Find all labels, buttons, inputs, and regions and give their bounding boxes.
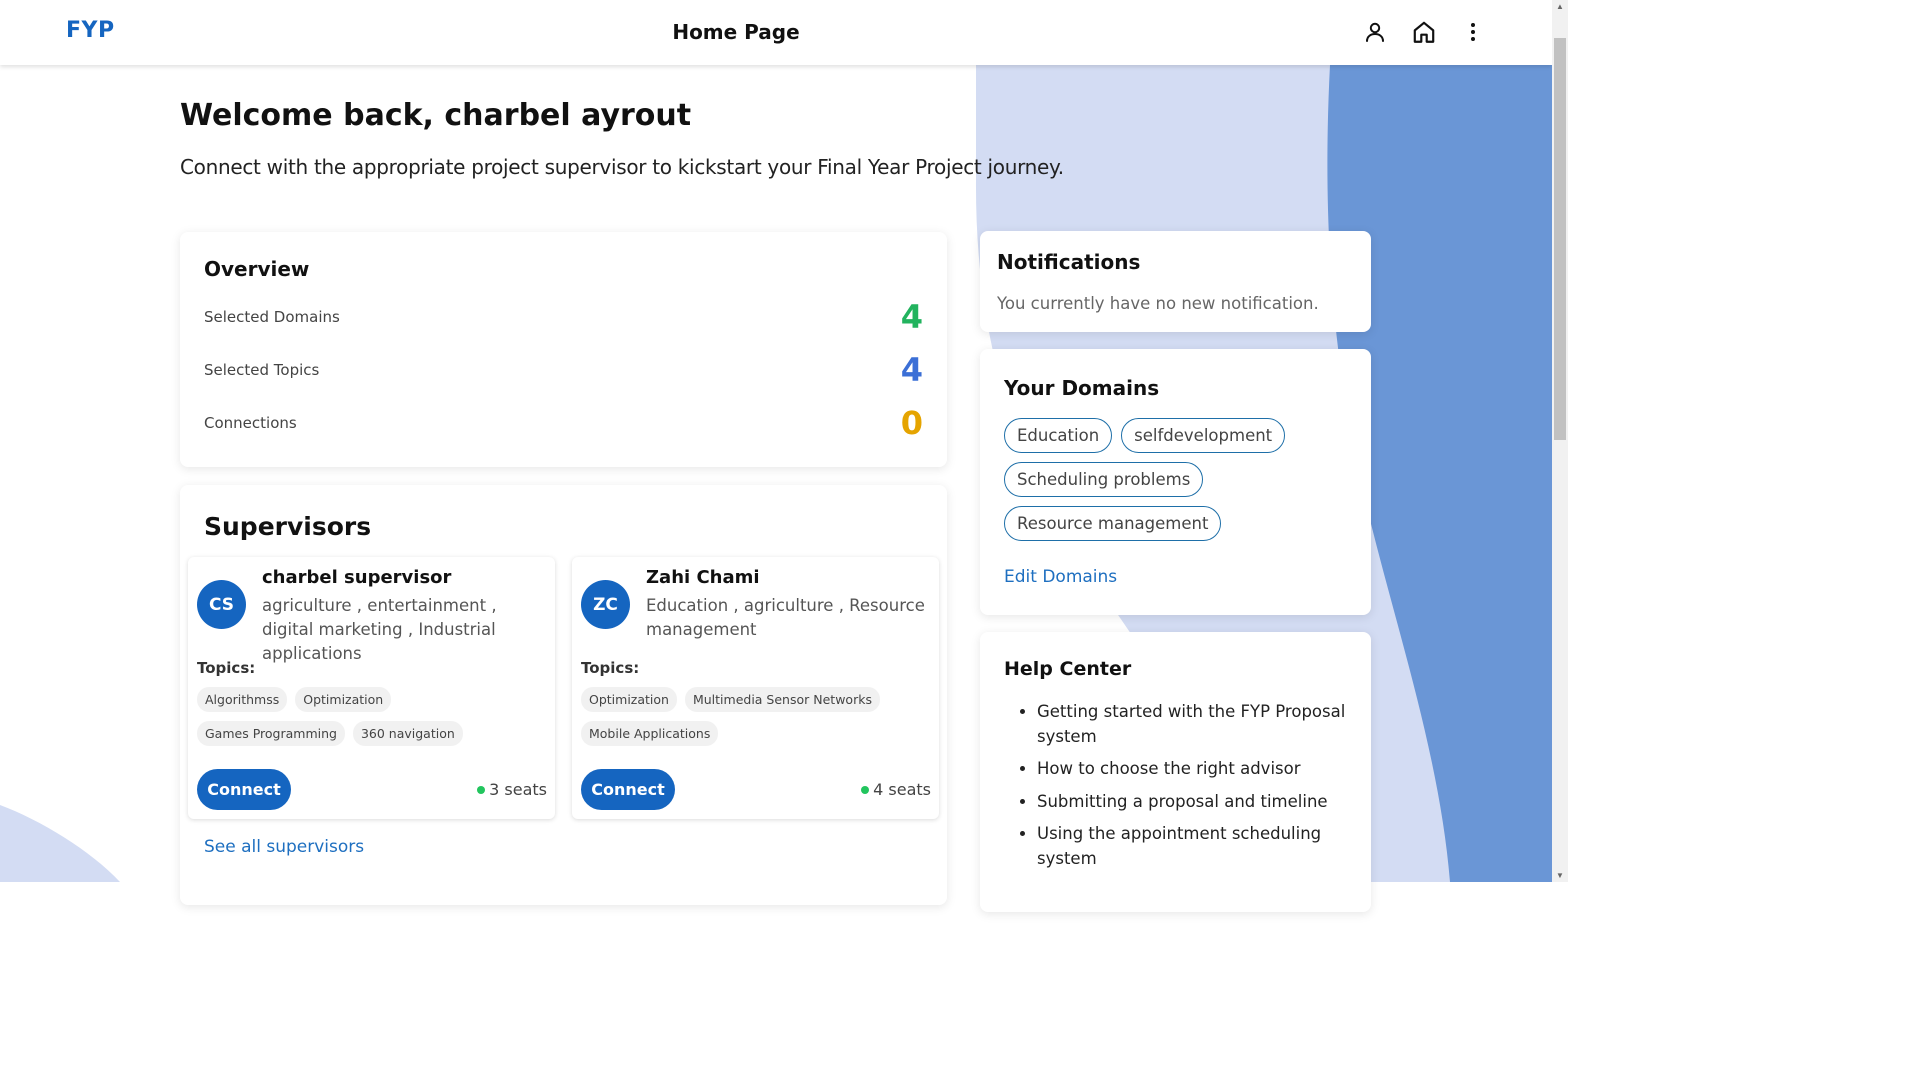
topic-chip: Multimedia Sensor Networks — [684, 687, 880, 712]
avatar: CS — [197, 580, 246, 629]
domain-pill[interactable]: Scheduling problems — [1004, 462, 1204, 497]
your-domains-card: Your Domains Education selfdevelopment S… — [980, 349, 1371, 615]
help-topics-list: Getting started with the FYP Proposal sy… — [1037, 700, 1347, 879]
topics-label: Topics: — [581, 659, 640, 677]
topic-chip: Algorithmss — [197, 687, 288, 712]
main-content: Welcome back, charbel ayrout Connect wit… — [0, 0, 1552, 912]
connect-button[interactable]: Connect — [197, 769, 291, 810]
supervisor-card: ZC Zahi Chami Education , agriculture , … — [572, 557, 939, 819]
overview-title: Overview — [204, 257, 310, 281]
overview-value: 4 — [900, 298, 923, 336]
supervisor-domains: agriculture , entertainment , digital ma… — [262, 596, 497, 663]
help-center-card: Help Center Getting started with the FYP… — [980, 632, 1371, 912]
overview-row-topics: Selected Topics 4 — [204, 351, 923, 391]
supervisors-card: Supervisors CS charbel supervisor agricu… — [180, 485, 947, 905]
avatar: ZC — [581, 580, 630, 629]
more-vertical-icon — [1471, 23, 1475, 41]
home-icon — [1413, 21, 1435, 43]
supervisor-name[interactable]: Zahi Chami — [646, 567, 760, 588]
topic-chip: 360 navigation — [352, 721, 463, 746]
supervisor-card: CS charbel supervisor agriculture , ente… — [188, 557, 555, 819]
overview-row-connections: Connections 0 — [204, 404, 923, 444]
more-menu-button[interactable] — [1459, 18, 1487, 46]
page-title: Home Page — [672, 20, 800, 44]
status-dot-icon — [477, 785, 486, 794]
domain-pill[interactable]: Education — [1004, 418, 1113, 453]
supervisor-domains: Education , agriculture , Resource manag… — [646, 596, 925, 639]
edit-domains-link[interactable]: Edit Domains — [1004, 567, 1117, 587]
overview-label: Selected Domains — [204, 308, 340, 326]
help-item[interactable]: Submitting a proposal and timeline — [1037, 790, 1347, 815]
topic-chip: Games Programming — [197, 721, 345, 746]
overview-value: 0 — [900, 404, 923, 442]
person-icon — [1366, 22, 1384, 42]
notifications-card: Notifications You currently have no new … — [980, 231, 1371, 332]
topic-chips: Algorithmss Optimization Games Programmi… — [197, 687, 547, 746]
welcome-subtitle: Connect with the appropriate project sup… — [180, 155, 1064, 179]
seats-count: 4 seats — [873, 780, 931, 799]
status-dot-icon — [861, 785, 870, 794]
scroll-down-arrow-icon[interactable]: ▼ — [1556, 871, 1564, 880]
supervisor-name[interactable]: charbel supervisor — [262, 567, 451, 588]
topics-label: Topics: — [197, 659, 256, 677]
overview-card: Overview Selected Domains 4 Selected Top… — [180, 232, 947, 467]
topic-chip: Optimization — [295, 687, 392, 712]
see-all-supervisors-link[interactable]: See all supervisors — [204, 837, 364, 857]
overview-row-domains: Selected Domains 4 — [204, 298, 923, 338]
domain-pill[interactable]: selfdevelopment — [1121, 418, 1286, 453]
scrollbar-thumb[interactable] — [1554, 38, 1566, 440]
topic-chip: Mobile Applications — [581, 721, 719, 746]
domain-pill[interactable]: Resource management — [1004, 506, 1222, 541]
welcome-heading: Welcome back, charbel ayrout — [180, 98, 692, 133]
help-center-title: Help Center — [1004, 658, 1132, 680]
overview-value: 4 — [900, 351, 923, 389]
notifications-empty-text: You currently have no new notification. — [997, 294, 1319, 313]
topic-chips: Optimization Multimedia Sensor Networks … — [581, 687, 931, 746]
seats-count: 3 seats — [489, 780, 547, 799]
connect-button[interactable]: Connect — [581, 769, 675, 810]
help-item[interactable]: Using the appointment scheduling system — [1037, 822, 1347, 871]
scroll-up-arrow-icon[interactable]: ▲ — [1556, 2, 1564, 11]
topic-chip: Optimization — [581, 687, 677, 712]
top-app-bar: FYP Home Page — [0, 0, 1552, 65]
your-domains-title: Your Domains — [1004, 376, 1160, 400]
seats-indicator: 3 seats — [477, 780, 547, 799]
overview-label: Connections — [204, 414, 297, 432]
profile-button[interactable] — [1361, 18, 1389, 46]
home-button[interactable] — [1410, 18, 1438, 46]
help-item[interactable]: How to choose the right advisor — [1037, 757, 1347, 782]
vertical-scrollbar[interactable]: ▲ ▼ — [1552, 0, 1568, 882]
domain-pills: Education selfdevelopment Scheduling pro… — [1004, 418, 1334, 541]
supervisors-title: Supervisors — [204, 512, 372, 541]
seats-indicator: 4 seats — [861, 780, 931, 799]
notifications-title: Notifications — [997, 250, 1141, 274]
help-item[interactable]: Getting started with the FYP Proposal sy… — [1037, 700, 1347, 749]
overview-label: Selected Topics — [204, 361, 320, 379]
